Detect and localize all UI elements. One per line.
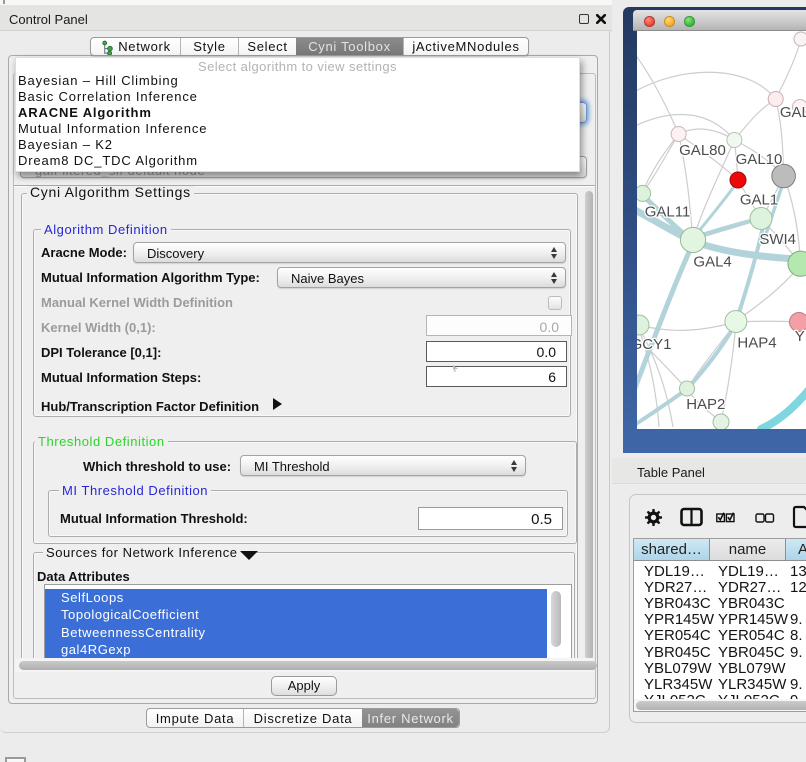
- svg-text:GAL80: GAL80: [679, 142, 726, 159]
- svg-text:HAP2: HAP2: [686, 396, 725, 413]
- svg-text:YM: YM: [795, 328, 806, 345]
- svg-text:SWI4: SWI4: [759, 231, 796, 248]
- svg-text:HAP4: HAP4: [737, 335, 776, 352]
- svg-text:GAL10: GAL10: [736, 151, 783, 168]
- svg-text:GAL4: GAL4: [693, 253, 731, 270]
- svg-text:GAL11: GAL11: [645, 204, 691, 221]
- svg-text:GAL7: GAL7: [780, 104, 806, 121]
- svg-text:GCY1: GCY1: [637, 336, 671, 353]
- svg-text:GAL1: GAL1: [740, 192, 778, 209]
